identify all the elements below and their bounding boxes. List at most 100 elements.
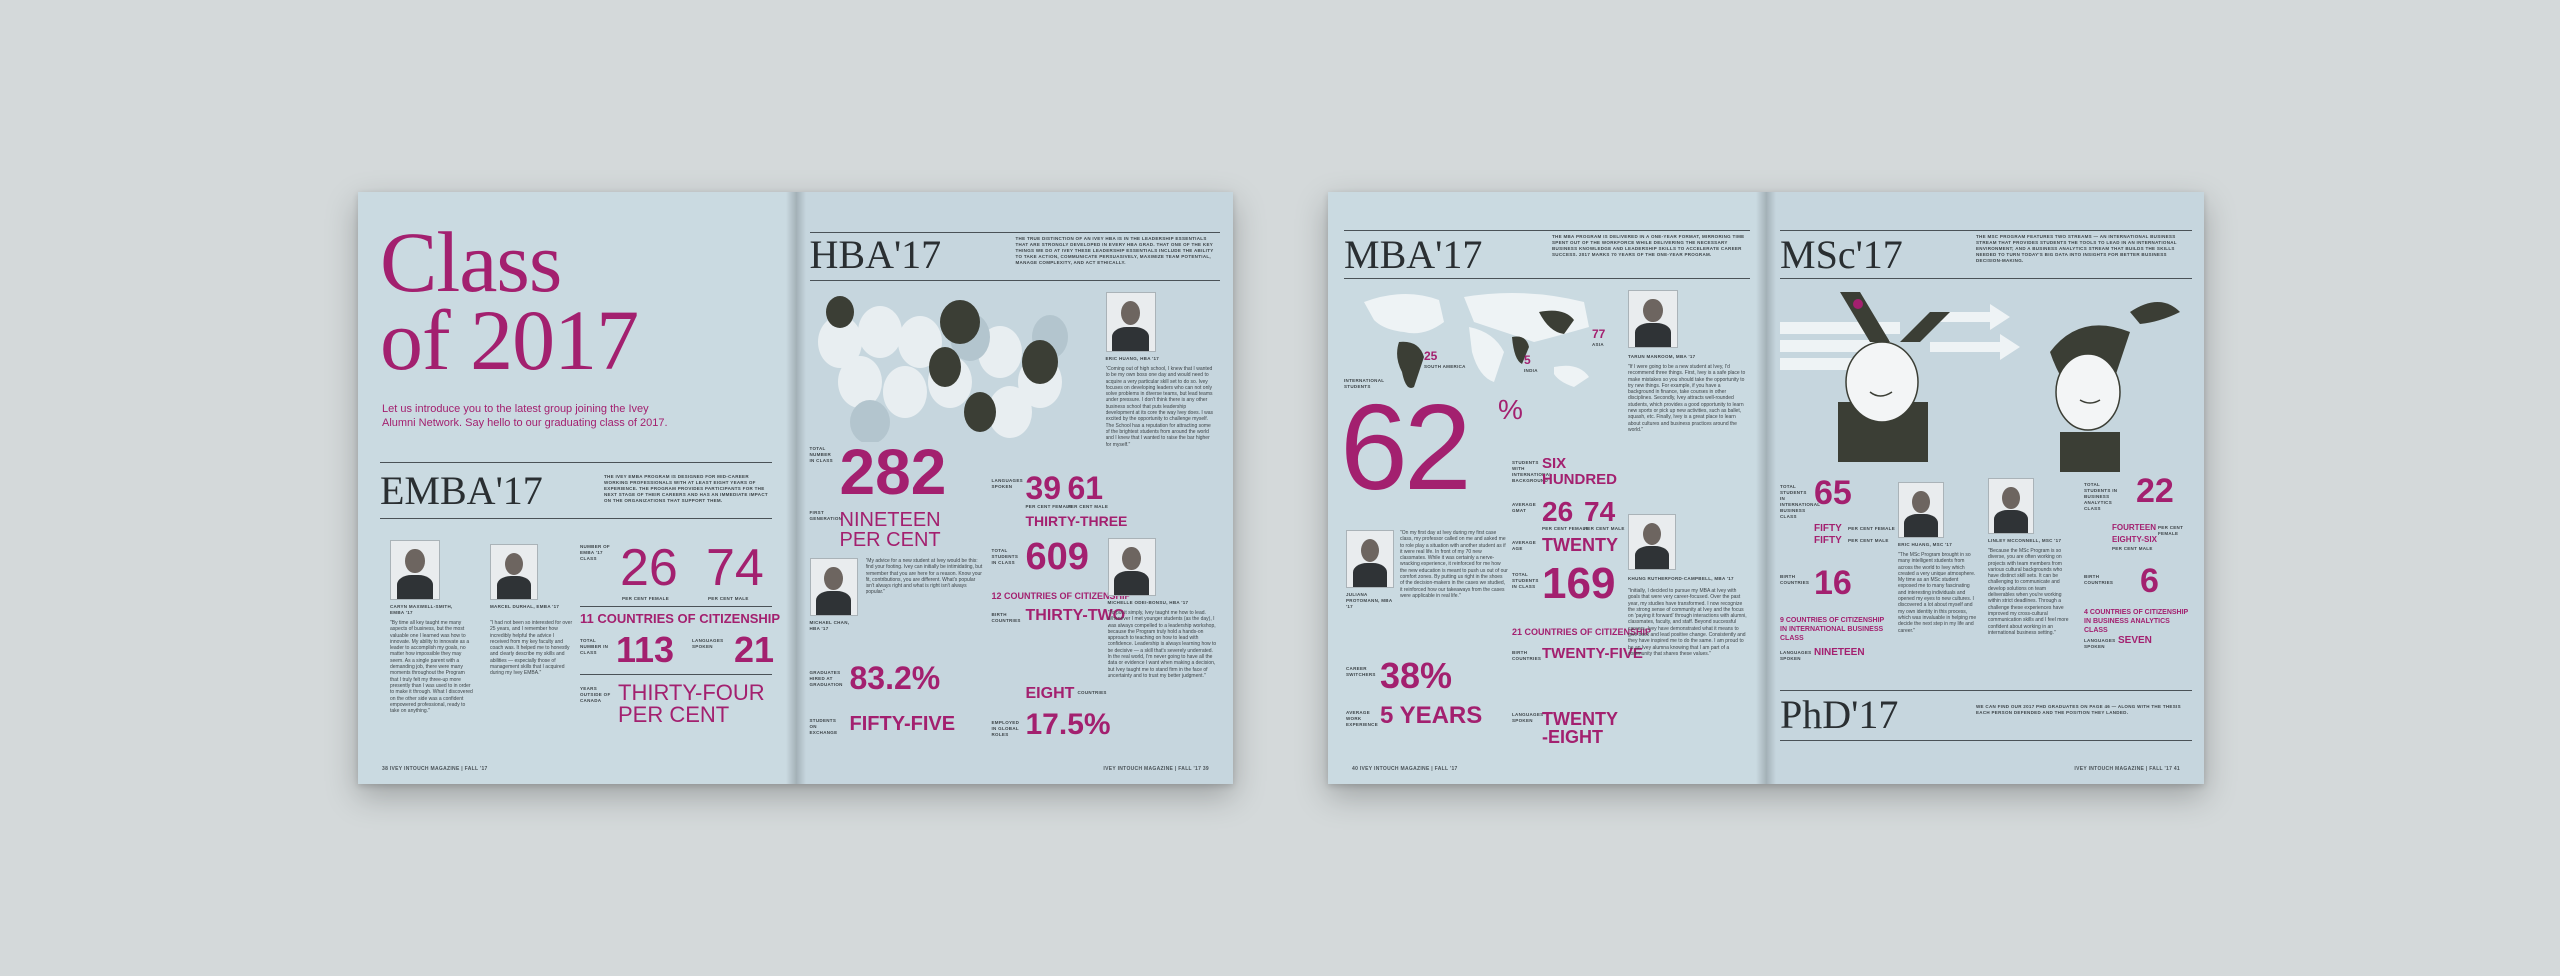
person-name: ERIC HUANG, HBA '17 [1105,356,1160,361]
stat-value: 61 [1067,470,1104,506]
title-line-1: Class [380,214,562,310]
stat-label: TOTAL STUDENTS IN INTERNATIONAL BUSINESS… [1780,484,1821,519]
page-msc: MSc'17 THE MSC PROGRAM FEATURES TWO STRE… [1766,192,2204,784]
stat-label: PER CENT FEMALE [2158,525,2184,536]
page-folio: 38 IVEY INTOUCH MAGAZINE | FALL '17 [382,766,488,772]
page-mba: MBA'17 THE MBA PROGRAM IS DELIVERED IN A… [1328,192,1766,784]
stat-label: NUMBER OF EMBA '17 CLASS [580,544,610,561]
stat-label: PER CENT FEMALE [1025,504,1073,509]
stat-label: LANGUAGES SPOKEN [1780,650,1812,661]
quote-text: "To put it simply, Ivey taught me how to… [1107,610,1217,679]
person-name: LINLEY MCCONNELL, MSC '17 [1988,538,2062,543]
stat-label: AVERAGE GMAT [1512,502,1537,513]
stat-word: PER CENT [839,529,941,551]
stat-word: EIGHT [1025,685,1075,702]
portrait-photo [809,558,858,616]
map-stat-value: 77 [1592,327,1606,341]
quote-text: "Coming out of high school, I knew that … [1105,366,1214,448]
stat-label: PER CENT MALE [2112,546,2153,551]
stat-label: STUDENTS WITH INTERNATIONAL BACKGROUND [1512,460,1553,483]
section-title-hba: HBA'17 [809,232,942,277]
magazine-spread-2: MBA'17 THE MBA PROGRAM IS DELIVERED IN A… [1328,192,2204,784]
stat-word: SEVEN [2118,635,2152,646]
portrait-photo [1898,482,1944,538]
stat-label: TOTAL NUMBER IN CLASS [809,446,833,463]
stat-label: PER CENT MALE [1584,526,1625,531]
stat-value: 16 [1814,564,1852,602]
stat-label: BIRTH COUNTRIES [991,612,1021,623]
section-blurb-mba: THE MBA PROGRAM IS DELIVERED IN A ONE-YE… [1552,234,1745,257]
portrait-photo [1628,290,1678,348]
quote-text: "If I were going to be a new student at … [1628,364,1746,433]
person-name: CARYN MAXWELL-SMITH, EMBA '17 [390,604,453,615]
stat-word: TWENTY [1542,709,1618,729]
portrait-photo [1105,292,1156,352]
quote-text: "My advice for a new student at Ivey wou… [865,558,983,596]
stat-percentage-large: 62 [1340,379,1472,515]
section-title-msc: MSc'17 [1780,232,1903,277]
person-name: ERIC HUANG, MSC '17 [1898,542,1953,547]
stat-value: 26 [1542,496,1574,527]
stat-word: PER CENT [618,702,730,727]
stat-value: 113 [616,629,675,670]
stat-word: THIRTY-FOUR [618,680,765,705]
stat-value: 26 [620,539,678,597]
page-class-of-2017: Class of 2017 Let us introduce you to th… [358,192,796,784]
stat-word: EIGHTY-SIX [2112,535,2157,544]
stat-value: 282 [839,436,947,508]
map-stat-value: 25 [1424,349,1438,363]
stat-value: 17.5% [1025,708,1111,741]
stat-word: HUNDRED [1542,471,1617,488]
map-stat-value: 5 [1524,353,1531,367]
quote-text: "By time all key taught me many aspects … [390,620,473,715]
section-title-emba: EMBA'17 [380,468,543,513]
stat-countries: 9 COUNTRIES OF CITIZENSHIP IN INTERNATIO… [1780,617,1885,642]
stat-value: 39 [1025,470,1062,506]
person-name: TARUN MANROOM, MBA '17 [1628,354,1696,359]
stat-label: AVERAGE AGE [1512,540,1537,551]
stat-label: PER CENT MALE [1067,504,1109,509]
stat-label: LANGUAGES SPOKEN [2084,638,2116,649]
quote-text: "On my first day at Ivey during my first… [1400,530,1508,599]
stat-label: LANGUAGES SPOKEN [1512,712,1544,723]
silhouette-heads-illustration [817,296,1068,442]
map-stat-label: INDIA [1524,368,1538,373]
portrait-photo [1346,530,1394,588]
intro-text: Let us introduce you to the latest group… [382,403,668,429]
stat-label: YEARS OUTSIDE OF CANADA [580,686,611,703]
quote-text: "Because the MSc Program is so diverse, … [1988,548,2069,636]
person-name: JULIANA PROTOMANN, MBA '17 [1346,592,1393,609]
stat-word: -EIGHT [1542,727,1603,747]
stat-value: 83.2% [849,660,941,696]
stat-label: TOTAL STUDENTS IN CLASS [1512,572,1539,589]
section-blurb-phd: WE CAN FIND OUR 2017 PHD GRADUATES ON PA… [1976,704,2181,715]
map-stat-label: ASIA [1592,342,1604,347]
stat-label: CAREER SWITCHERS [1346,666,1376,677]
stat-word: NINETEEN [839,509,941,531]
stat-label: PER CENT FEMALE [1848,526,1896,531]
thinking-heads-illustration [1780,292,2180,472]
stat-value: 22 [2136,472,2174,510]
quote-text: "Initially, I decided to pursue my MBA a… [1628,588,1747,657]
person-name: KHUNG RUTHERFORD-CAMPBELL, MBA '17 [1628,576,1734,581]
map-stat-label: SOUTH AMERICA [1424,364,1466,369]
stat-label: BIRTH COUNTRIES [2084,574,2114,585]
stat-label: TOTAL STUDENTS IN BUSINESS ANALYTICS CLA… [2084,482,2118,511]
stat-value: 609 [1025,536,1089,578]
stat-label: EMPLOYED IN GLOBAL ROLES [991,720,1020,737]
portrait-photo [490,544,538,600]
stat-word: FIFTY [1814,535,1842,546]
section-title-mba: MBA'17 [1344,232,1483,277]
page-hba: HBA'17 THE TRUE DISTINCTION OF AN IVEY H… [795,192,1233,784]
stat-label: PER CENT FEMALE [622,596,670,601]
stat-word: FIFTY-FIVE [849,713,956,735]
stat-countries: 11 COUNTRIES OF CITIZENSHIP [580,611,781,626]
stat-label: LANGUAGES SPOKEN [692,638,724,649]
stat-value: 21 [734,629,775,670]
portrait-photo [1988,478,2034,534]
section-title-phd: PhD'17 [1780,692,1899,737]
stat-value: 169 [1542,559,1616,608]
stat-word: THIRTY-THREE [1025,513,1128,529]
stat-label: PER CENT MALE [1848,538,1889,543]
magazine-spread-1: Class of 2017 Let us introduce you to th… [358,192,1233,784]
